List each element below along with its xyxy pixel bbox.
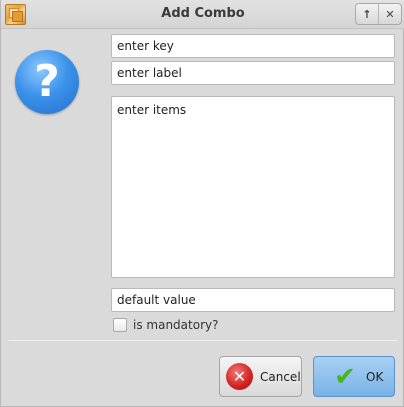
ok-button[interactable]: ✔ OK xyxy=(313,356,395,397)
close-icon[interactable]: ✕ xyxy=(378,4,401,24)
add-combo-dialog: Add Combo ↑ ✕ ? enter items is mandatory… xyxy=(0,0,404,407)
checkmark-icon: ✔ xyxy=(334,361,356,392)
default-value-input[interactable] xyxy=(111,288,395,312)
window-title: Add Combo xyxy=(161,6,245,21)
mandatory-checkbox[interactable] xyxy=(113,318,127,332)
cancel-label: Cancel xyxy=(260,369,301,384)
mandatory-row[interactable]: is mandatory? xyxy=(113,317,218,333)
cancel-button[interactable]: ✕ Cancel xyxy=(219,356,302,397)
question-icon: ? xyxy=(15,50,79,114)
items-textarea[interactable]: enter items xyxy=(111,96,395,278)
arrow-up-icon[interactable]: ↑ xyxy=(356,4,378,24)
divider xyxy=(9,340,397,341)
title-bar: Add Combo ↑ ✕ xyxy=(1,0,404,29)
label-input[interactable] xyxy=(111,61,395,85)
key-input[interactable] xyxy=(111,34,395,58)
mandatory-label: is mandatory? xyxy=(133,318,219,332)
cancel-icon: ✕ xyxy=(226,363,253,390)
title-buttons: ↑ ✕ xyxy=(355,3,402,25)
ok-label: OK xyxy=(366,369,384,384)
